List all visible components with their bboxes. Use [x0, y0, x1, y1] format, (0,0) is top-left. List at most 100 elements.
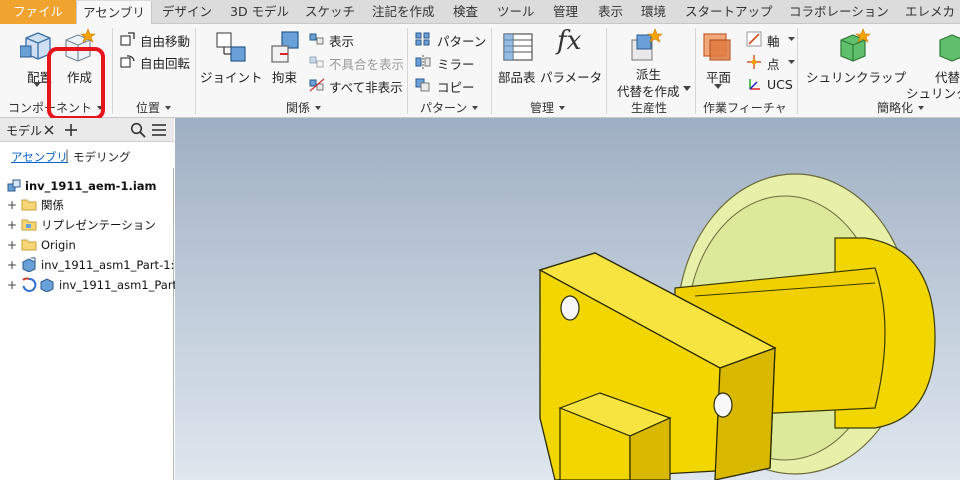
- free-rotate-label: 自由回転: [140, 56, 191, 71]
- graphics-viewport[interactable]: [175, 118, 960, 480]
- group-label-relationships[interactable]: 関係: [286, 100, 322, 116]
- manage-group-text: 管理: [530, 101, 555, 115]
- add-icon[interactable]: [65, 124, 77, 136]
- tab-sketch[interactable]: スケッチ: [305, 0, 355, 24]
- subtab-modeling[interactable]: モデリング: [73, 149, 131, 165]
- create-highlight-frame: [47, 47, 105, 120]
- pattern-group-text: パターン: [420, 101, 468, 115]
- app-window: ファイル アセンブリ デザイン 3D モデル スケッチ 注記を作成 検査 ツール…: [0, 0, 960, 480]
- subtab-assembly[interactable]: アセンブリ: [11, 149, 68, 165]
- group-divider: [407, 28, 408, 114]
- ucs-icon: [749, 79, 760, 90]
- shrinkwrap-label: シュリンクラップ: [806, 70, 907, 85]
- tree-item-label: Origin: [41, 238, 76, 252]
- axis-label: 軸: [767, 34, 780, 49]
- mirror-icon: [415, 55, 431, 69]
- representation-folder-icon: [21, 219, 37, 231]
- group-divider: [112, 28, 113, 114]
- chevron-down-icon: [559, 106, 566, 110]
- pattern-label: パターン: [437, 34, 487, 49]
- tab-3d-model[interactable]: 3D モデル: [230, 0, 289, 24]
- joint-label: ジョイント: [200, 70, 263, 85]
- group-label-simplification[interactable]: 簡略化: [877, 100, 925, 116]
- chevron-down-icon: [714, 84, 722, 89]
- group-divider: [797, 28, 798, 114]
- group-divider: [195, 28, 196, 114]
- point-label: 点: [767, 57, 780, 72]
- group-label-position[interactable]: 位置: [136, 100, 172, 116]
- free-rotate-icon: [120, 55, 135, 68]
- derive-label-line2: 代替を作成: [617, 84, 680, 99]
- bom-label: 部品表: [498, 70, 536, 85]
- free-move-label: 自由移動: [140, 34, 191, 49]
- tab-collaborate[interactable]: コラボレーション: [789, 0, 889, 24]
- tab-view[interactable]: 表示: [598, 0, 623, 24]
- tab-inspect[interactable]: 検査: [453, 0, 478, 24]
- tab-tools[interactable]: ツール: [497, 0, 535, 24]
- expand-icon[interactable]: +: [7, 195, 17, 215]
- tab-elecad[interactable]: エレメカ: [905, 0, 955, 24]
- folder-icon: [21, 199, 37, 211]
- ucs-label: UCS: [767, 77, 793, 92]
- expand-icon[interactable]: +: [7, 215, 17, 235]
- work-features-group-text: 作業フィーチャ: [703, 101, 787, 115]
- chevron-down-icon: [315, 106, 322, 110]
- tab-design[interactable]: デザイン: [162, 0, 212, 24]
- expand-icon[interactable]: +: [7, 275, 17, 295]
- tab-file[interactable]: ファイル: [0, 0, 76, 24]
- copy-label: コピー: [437, 80, 475, 95]
- tab-annotate[interactable]: 注記を作成: [372, 0, 435, 24]
- show-relationships-icon: [309, 33, 324, 45]
- model-browser-header: モデル: [0, 118, 174, 142]
- group-divider: [695, 28, 696, 114]
- simplification-group-text: 簡略化: [877, 101, 914, 115]
- pattern-icon: [415, 32, 430, 46]
- tree-item-label: リプレゼンテーション: [41, 218, 156, 232]
- tree-item-label: inv_1911_asm1_Part-1:1: [41, 258, 182, 272]
- tree-root-label: inv_1911_aem-1.iam: [25, 179, 157, 193]
- expand-icon[interactable]: +: [7, 235, 17, 255]
- group-divider: [606, 28, 607, 114]
- tab-assembly[interactable]: アセンブリ: [76, 1, 152, 25]
- mirror-label: ミラー: [437, 57, 475, 72]
- model-browser-subtabs: アセンブリ | モデリング: [0, 142, 174, 168]
- parameters-label: パラメータ: [540, 70, 603, 85]
- hide-all-icon: [309, 78, 325, 92]
- bolt-hole: [560, 295, 580, 321]
- constrain-icon: [271, 31, 299, 63]
- bolt-hole: [713, 392, 733, 418]
- chevron-down-icon: [33, 82, 41, 87]
- productivity-group-text: 生産性: [631, 101, 668, 115]
- close-icon[interactable]: [44, 125, 54, 135]
- chevron-down-icon: [472, 106, 479, 110]
- group-label-work-features: 作業フィーチャ: [703, 100, 787, 116]
- group-label-pattern[interactable]: パターン: [420, 100, 479, 116]
- relationships-group-text: 関係: [286, 101, 311, 115]
- part-icon: [22, 257, 36, 272]
- assembly-icon: [7, 179, 21, 192]
- model-tab[interactable]: モデル: [6, 122, 42, 139]
- show-sick-icon: [309, 56, 324, 68]
- expand-icon[interactable]: +: [7, 255, 17, 275]
- subtab-separator: |: [65, 148, 70, 162]
- show-sick-label: 不具合を表示: [329, 57, 405, 72]
- tab-environment[interactable]: 環境: [641, 0, 666, 24]
- chevron-down-icon: [683, 86, 691, 91]
- work-plane-icon: [703, 33, 731, 61]
- tab-get-started[interactable]: スタートアップ: [685, 0, 773, 24]
- search-icon[interactable]: [130, 122, 146, 138]
- copy-icon: [415, 78, 430, 92]
- menu-icon[interactable]: [151, 123, 167, 137]
- joint-icon: [216, 32, 246, 62]
- tree-item-label: 関係: [41, 198, 64, 212]
- work-point-icon: [747, 55, 761, 69]
- group-divider: [491, 28, 492, 114]
- parameters-fx-icon: fx: [557, 26, 582, 56]
- tab-manage[interactable]: 管理: [553, 0, 578, 24]
- constrain-label: 拘束: [272, 70, 298, 85]
- chevron-down-icon: [788, 60, 795, 64]
- group-label-manage[interactable]: 管理: [530, 100, 566, 116]
- bom-table-icon: [503, 33, 533, 61]
- chevron-down-icon: [788, 37, 795, 41]
- ribbon-panel: 配置 作成 コンポーネント 自由移動 自由回転 位置 ジョイント 拘束 表示 不…: [0, 24, 960, 120]
